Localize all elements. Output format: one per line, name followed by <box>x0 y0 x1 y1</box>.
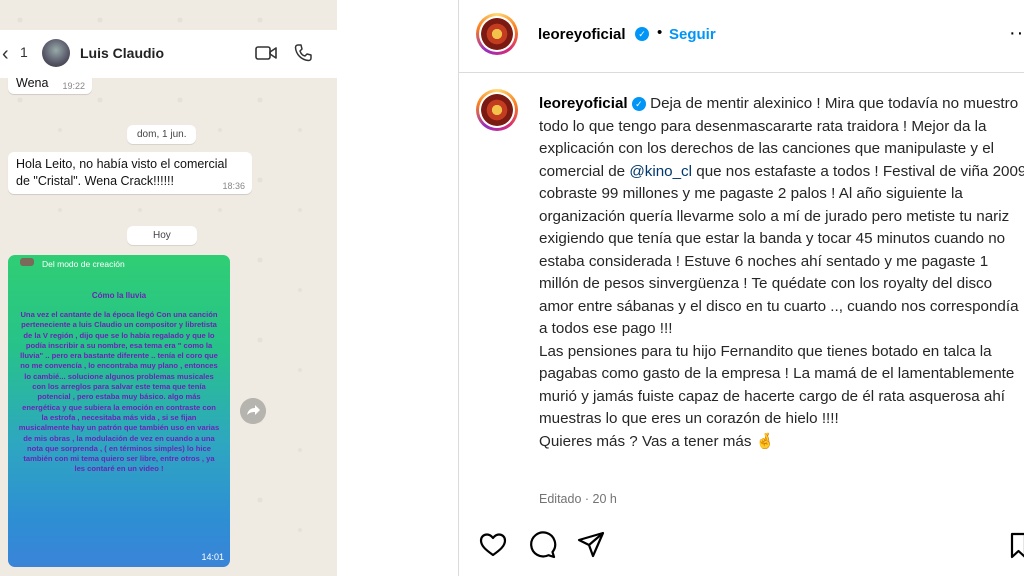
status-thumbnail <box>20 258 34 266</box>
post-action-bar <box>459 520 1024 570</box>
chevron-left-icon[interactable]: ‹ <box>2 44 9 64</box>
date-pill: Hoy <box>127 226 197 245</box>
post-caption: leoreyoficial ✓ Deja de mentir alexinico… <box>539 93 1024 453</box>
message-time: 19:22 <box>62 81 85 91</box>
caption-avatar[interactable] <box>476 89 518 131</box>
message-time: 18:36 <box>222 181 245 191</box>
share-icon[interactable] <box>576 530 606 560</box>
comment-icon[interactable] <box>527 530 557 560</box>
profile-logo <box>481 94 513 126</box>
caption-text: Quieres más ? Vas a tener más 🤞 <box>539 432 775 450</box>
header-divider <box>459 72 1024 73</box>
caption-text: Las pensiones para tu hijo Fernandito qu… <box>539 342 1015 428</box>
profile-username[interactable]: leoreyoficial <box>538 26 626 43</box>
message-text: de "Cristal". Wena Crack!!!!!! <box>16 174 174 188</box>
post-meta: Editado · 20 h <box>539 492 617 506</box>
caption-text: que nos estafaste a todos ! Festival de … <box>539 162 1024 338</box>
message-bubble[interactable]: Wena 19:22 <box>8 70 92 94</box>
message-bubble[interactable]: Hola Leito, no había visto el comercial … <box>8 152 252 194</box>
message-text: Hola Leito, no había visto el comercial <box>16 157 228 171</box>
status-reply-message[interactable]: Del modo de creación Cómo la lluvia Una … <box>8 255 230 567</box>
caption-username[interactable]: leoreyoficial <box>539 95 628 112</box>
verified-badge-icon: ✓ <box>631 96 646 111</box>
whatsapp-chat-screenshot: ‹ 1 Luis Claudio Wena 19:22 dom, 1 jun. … <box>0 0 337 576</box>
status-body-text: Una vez el cantante de la época llegó Co… <box>18 310 220 474</box>
date-pill: dom, 1 jun. <box>127 125 197 144</box>
unread-count: 1 <box>20 44 28 60</box>
status-source-label: Del modo de creación <box>42 259 125 269</box>
verified-badge-icon: ✓ <box>635 27 649 41</box>
forward-arrow-icon[interactable] <box>240 398 266 424</box>
contact-avatar[interactable] <box>42 39 70 67</box>
video-camera-icon[interactable] <box>255 45 277 61</box>
separator-dot: • <box>657 24 663 41</box>
contact-name[interactable]: Luis Claudio <box>80 45 164 61</box>
caption-mention-link[interactable]: @kino_cl <box>629 163 692 180</box>
profile-logo <box>481 18 513 50</box>
profile-avatar[interactable] <box>476 13 518 55</box>
phone-icon[interactable] <box>293 43 313 63</box>
message-time: 14:01 <box>201 552 224 562</box>
status-title: Cómo la lluvia <box>91 291 147 300</box>
heart-icon[interactable] <box>478 530 508 560</box>
instagram-post-panel: leoreyoficial ✓ • Seguir ··· leoreyofici… <box>458 0 1024 576</box>
save-icon[interactable] <box>1009 530 1024 560</box>
follow-button[interactable]: Seguir <box>669 26 716 43</box>
more-options-icon[interactable]: ··· <box>1009 22 1024 45</box>
